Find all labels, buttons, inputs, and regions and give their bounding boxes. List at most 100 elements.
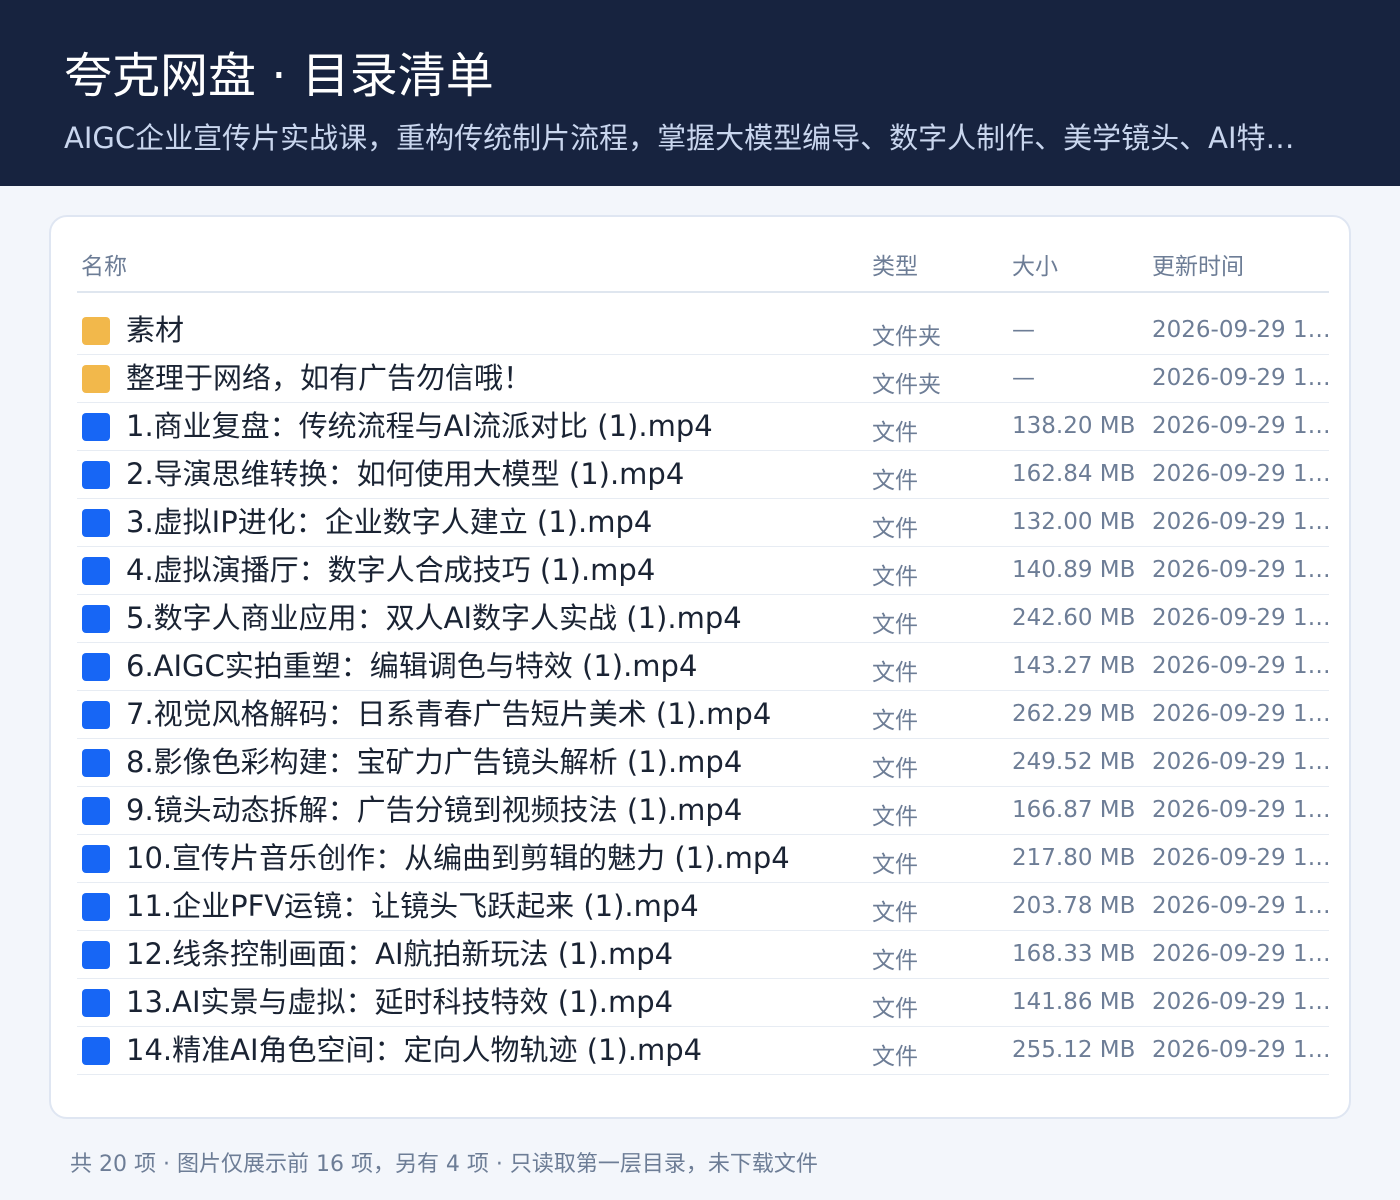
table-header: 名称 类型 大小 更新时间 [77,241,1329,293]
page-subtitle: AIGC企业宣传片实战课，重构传统制片流程，掌握大模型编导、数字人制作、美学镜头… [64,121,1295,155]
file-size: 255.12 MB [1012,1037,1136,1063]
file-time: 2026-09-29 18:… [1152,941,1332,967]
footer-note: 共 20 项 · 图片仅展示前 16 项，另有 4 项 · 只读取第一层目录，未… [70,1152,818,1177]
table-row[interactable]: 7.视觉风格解码：日系青春广告短片美术 (1).mp4 文件 262.29 MB 20… [77,691,1332,739]
file-name[interactable]: 6.AIGC实拍重塑：编辑调色与特效 (1).mp4 [126,646,697,686]
column-header-type[interactable]: 类型 [872,247,918,281]
file-time: 2026-09-29 18:… [1152,557,1332,583]
file-name[interactable]: 1.商业复盘：传统流程与AI流派对比 (1).mp4 [126,406,713,446]
table-row[interactable]: 14.精准AI角色空间：定向人物轨迹 (1).mp4 文件 255.12 MB 202… [77,1027,1332,1075]
column-header-size[interactable]: 大小 [1012,247,1058,281]
file-time: 2026-09-29 18:… [1152,749,1332,775]
folder-icon [82,317,110,345]
file-size: 162.84 MB [1012,461,1136,487]
file-icon [82,989,110,1017]
file-type: 文件 [872,804,918,830]
file-time: 2026-09-29 18:… [1152,413,1332,439]
file-type: 文件 [872,420,918,446]
file-time: 2026-09-29 18:… [1152,989,1332,1015]
table-row[interactable]: 6.AIGC实拍重塑：编辑调色与特效 (1).mp4 文件 143.27 MB 202… [77,643,1332,691]
file-name[interactable]: 10.宣传片音乐创作：从编曲到剪辑的魅力 (1).mp4 [126,838,790,878]
table-row[interactable]: 3.虚拟IP进化：企业数字人建立 (1).mp4 文件 132.00 MB 2026-… [77,499,1332,547]
table-row[interactable]: 1.商业复盘：传统流程与AI流派对比 (1).mp4 文件 138.20 MB 202… [77,403,1332,451]
file-icon [82,509,110,537]
file-name[interactable]: 7.视觉风格解码：日系青春广告短片美术 (1).mp4 [126,694,771,734]
folder-icon [82,365,110,393]
file-size: 143.27 MB [1012,653,1136,679]
file-size: 168.33 MB [1012,941,1136,967]
column-header-name[interactable]: 名称 [81,247,127,281]
column-header-time[interactable]: 更新时间 [1152,247,1244,281]
file-time: 2026-09-29 18:… [1152,845,1332,871]
table-row[interactable]: 4.虚拟演播厅：数字人合成技巧 (1).mp4 文件 140.89 MB 2026-0… [77,547,1332,595]
table-row[interactable]: 9.镜头动态拆解：广告分镜到视频技法 (1).mp4 文件 166.87 MB 202… [77,787,1332,835]
page-title: 夸克网盘 · 目录清单 [64,48,494,104]
table-row[interactable]: 8.影像色彩构建：宝矿力广告镜头解析 (1).mp4 文件 249.52 MB 202… [77,739,1332,787]
file-size: 132.00 MB [1012,509,1136,535]
file-name[interactable]: 13.AI实景与虚拟：延时科技特效 (1).mp4 [126,982,673,1022]
file-name[interactable]: 5.数字人商业应用：双人AI数字人实战 (1).mp4 [126,598,742,638]
file-icon [82,413,110,441]
file-type: 文件 [872,468,918,494]
file-time: 2026-09-29 18:… [1152,509,1332,535]
file-type: 文件 [872,1044,918,1070]
header: 夸克网盘 · 目录清单 AIGC企业宣传片实战课，重构传统制片流程，掌握大模型编… [0,0,1400,186]
file-time: 2026-09-29 18:… [1152,797,1332,823]
file-time: 2026-09-29 18:… [1152,461,1332,487]
file-name[interactable]: 12.线条控制画面：AI航拍新玩法 (1).mp4 [126,934,673,974]
file-time: 2026-09-29 18:… [1152,605,1332,631]
table-row[interactable]: 13.AI实景与虚拟：延时科技特效 (1).mp4 文件 141.86 MB 2026… [77,979,1332,1027]
file-name[interactable]: 14.精准AI角色空间：定向人物轨迹 (1).mp4 [126,1030,702,1070]
file-name[interactable]: 11.企业PFV运镜：让镜头飞跃起来 (1).mp4 [126,886,699,926]
file-table: 名称 类型 大小 更新时间 素材 文件夹 — 2026-09-29 18:… 整理于网络… [77,241,1332,1075]
file-icon [82,605,110,633]
file-time: 2026-09-29 18:… [1152,317,1332,343]
file-type: 文件 [872,708,918,734]
file-time: 2026-09-29 18:… [1152,653,1332,679]
table-row[interactable]: 素材 文件夹 — 2026-09-29 18:… [77,307,1332,355]
file-icon [82,845,110,873]
file-size: 140.89 MB [1012,557,1136,583]
file-icon [82,653,110,681]
file-icon [82,941,110,969]
file-size: 138.20 MB [1012,413,1136,439]
file-type: 文件夹 [872,324,941,350]
table-body: 素材文件夹—2026-09-29 18:…整理于网络，如有广告勿信哦！文件夹—2… [77,307,1332,1075]
file-size: 217.80 MB [1012,845,1136,871]
file-type: 文件 [872,948,918,974]
file-type: 文件 [872,852,918,878]
file-size: — [1012,365,1035,391]
file-icon [82,461,110,489]
file-size: 249.52 MB [1012,749,1136,775]
table-row[interactable]: 12.线条控制画面：AI航拍新玩法 (1).mp4 文件 168.33 MB 2026… [77,931,1332,979]
file-icon [82,797,110,825]
table-row[interactable]: 5.数字人商业应用：双人AI数字人实战 (1).mp4 文件 242.60 MB 20… [77,595,1332,643]
file-name[interactable]: 素材 [126,310,184,350]
file-name[interactable]: 9.镜头动态拆解：广告分镜到视频技法 (1).mp4 [126,790,742,830]
file-size: 166.87 MB [1012,797,1136,823]
file-type: 文件 [872,612,918,638]
table-row[interactable]: 整理于网络，如有广告勿信哦！ 文件夹 — 2026-09-29 18:… [77,355,1332,403]
file-time: 2026-09-29 18:… [1152,893,1332,919]
file-icon [82,1037,110,1065]
file-icon [82,749,110,777]
file-name[interactable]: 4.虚拟演播厅：数字人合成技巧 (1).mp4 [126,550,655,590]
file-type: 文件 [872,660,918,686]
table-row[interactable]: 2.导演思维转换：如何使用大模型 (1).mp4 文件 162.84 MB 2026-… [77,451,1332,499]
file-type: 文件 [872,564,918,590]
file-type: 文件 [872,996,918,1022]
file-time: 2026-09-29 18:… [1152,365,1332,391]
file-type: 文件 [872,516,918,542]
table-row[interactable]: 10.宣传片音乐创作：从编曲到剪辑的魅力 (1).mp4 文件 217.80 MB 2… [77,835,1332,883]
file-name[interactable]: 8.影像色彩构建：宝矿力广告镜头解析 (1).mp4 [126,742,742,782]
file-name[interactable]: 整理于网络，如有广告勿信哦！ [126,358,532,398]
file-type: 文件 [872,756,918,782]
file-name[interactable]: 2.导演思维转换：如何使用大模型 (1).mp4 [126,454,684,494]
file-name[interactable]: 3.虚拟IP进化：企业数字人建立 (1).mp4 [126,502,652,542]
file-icon [82,557,110,585]
table-row[interactable]: 11.企业PFV运镜：让镜头飞跃起来 (1).mp4 文件 203.78 MB 202… [77,883,1332,931]
file-size: 203.78 MB [1012,893,1136,919]
file-list-card: 名称 类型 大小 更新时间 素材 文件夹 — 2026-09-29 18:… 整理于网络… [49,215,1351,1119]
file-time: 2026-09-29 18:… [1152,701,1332,727]
file-icon [82,893,110,921]
